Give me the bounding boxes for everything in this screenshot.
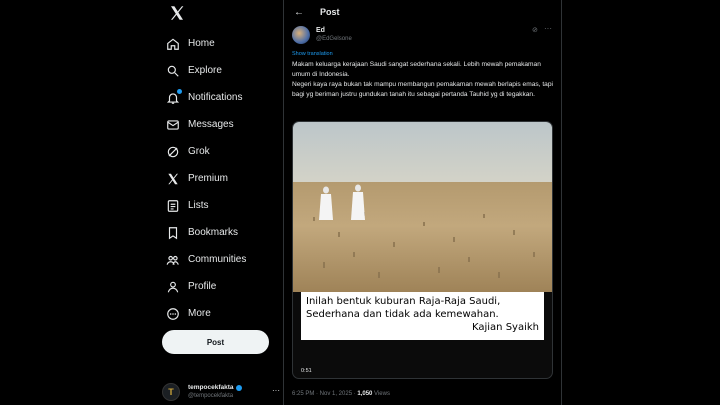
show-translation-link[interactable]: Show translation [292,51,333,57]
home-icon [166,37,180,51]
list-icon [166,199,180,213]
nav-item-grok[interactable]: Grok [166,138,246,165]
account-name-row: tempocekfakta [188,383,242,392]
account-handle: @tempocekfakta [188,393,234,399]
nav-label: Explore [188,65,222,76]
grok-icon [166,145,180,159]
sidebar: Home Explore Notifications Messages Grok… [148,0,282,405]
view-count: 1,050 [357,391,373,397]
author-name[interactable]: Ed [316,26,352,35]
video-timer: 0:51 [301,368,312,374]
nav-item-profile[interactable]: Profile [166,273,246,300]
nav-item-notifications[interactable]: Notifications [166,84,246,111]
figure-right [351,184,365,220]
nav-item-explore[interactable]: Explore [166,57,246,84]
nav-label: Messages [188,119,234,130]
mail-icon [166,118,180,132]
nav-item-more[interactable]: More [166,300,246,327]
caption-line: Sederhana dan tidak ada kemewahan. [306,309,499,320]
nav-item-messages[interactable]: Messages [166,111,246,138]
tweet-video[interactable]: Inilah bentuk kuburan Raja-Raja Saudi, S… [292,121,553,379]
main-column: ← Post Ed @EdGelsone ⊘ ··· Show translat… [284,0,561,405]
account-switcher[interactable]: T tempocekfakta @tempocekfakta ··· [162,382,282,402]
figure-left [319,186,333,220]
caption-line: Inilah bentuk kuburan Raja-Raja Saudi, [306,296,501,307]
nav-item-home[interactable]: Home [166,30,246,57]
post-header: ← Post [284,0,561,24]
nav-item-bookmarks[interactable]: Bookmarks [166,219,246,246]
people-icon [166,253,180,267]
views-label: Views [372,391,390,397]
main-divider [561,0,562,405]
x-logo-icon [166,172,180,186]
tweet-text: Makam keluarga kerajaan Saudi sangat sed… [292,61,553,98]
primary-nav: Home Explore Notifications Messages Grok… [166,30,246,327]
tweet-meta: 6:25 PM · Nov 1, 2025 · 1,050 Views [292,391,390,397]
video-caption: Inilah bentuk kuburan Raja-Raja Saudi, S… [301,292,544,340]
nav-label: Profile [188,281,217,292]
person-icon [166,280,180,294]
post-button[interactable]: Post [162,330,269,354]
verified-badge-icon [235,384,242,391]
nav-item-premium[interactable]: Premium [166,165,246,192]
back-arrow-icon[interactable]: ← [294,7,308,18]
nav-label: Notifications [188,92,243,103]
author-info: Ed @EdGelsone [316,26,352,44]
x-logo-icon[interactable] [168,4,186,22]
avatar: T [162,383,180,401]
bell-icon [166,88,182,105]
search-icon [166,64,180,78]
author-handle[interactable]: @EdGelsone [316,35,352,44]
video-scene [313,184,535,278]
more-horizontal-icon[interactable]: ··· [544,24,552,33]
nav-label: Communities [188,254,247,265]
nav-label: Lists [188,200,209,211]
nav-item-lists[interactable]: Lists [166,192,246,219]
nav-label: Home [188,38,215,49]
video-frame[interactable] [293,122,552,292]
caption-line: Kajian Syaikh [471,322,539,333]
page-title: Post [320,7,340,17]
bookmark-icon [166,226,180,240]
nav-label: Premium [188,173,229,184]
nav-label: Bookmarks [188,227,239,238]
account-name: tempocekfakta [188,384,234,391]
nav-label: More [188,308,211,319]
grok-icon[interactable]: ⊘ [532,26,538,34]
more-horizontal-icon[interactable]: ··· [272,386,280,395]
notification-dot [177,88,182,94]
tweet-author[interactable]: Ed @EdGelsone [292,26,352,44]
nav-item-communities[interactable]: Communities [166,246,246,273]
more-circle-icon [166,307,180,321]
avatar[interactable] [292,26,310,44]
nav-label: Grok [188,146,210,157]
account-info: tempocekfakta @tempocekfakta [188,383,242,401]
tweet-time[interactable]: 6:25 PM · Nov 1, 2025 · [292,391,357,397]
